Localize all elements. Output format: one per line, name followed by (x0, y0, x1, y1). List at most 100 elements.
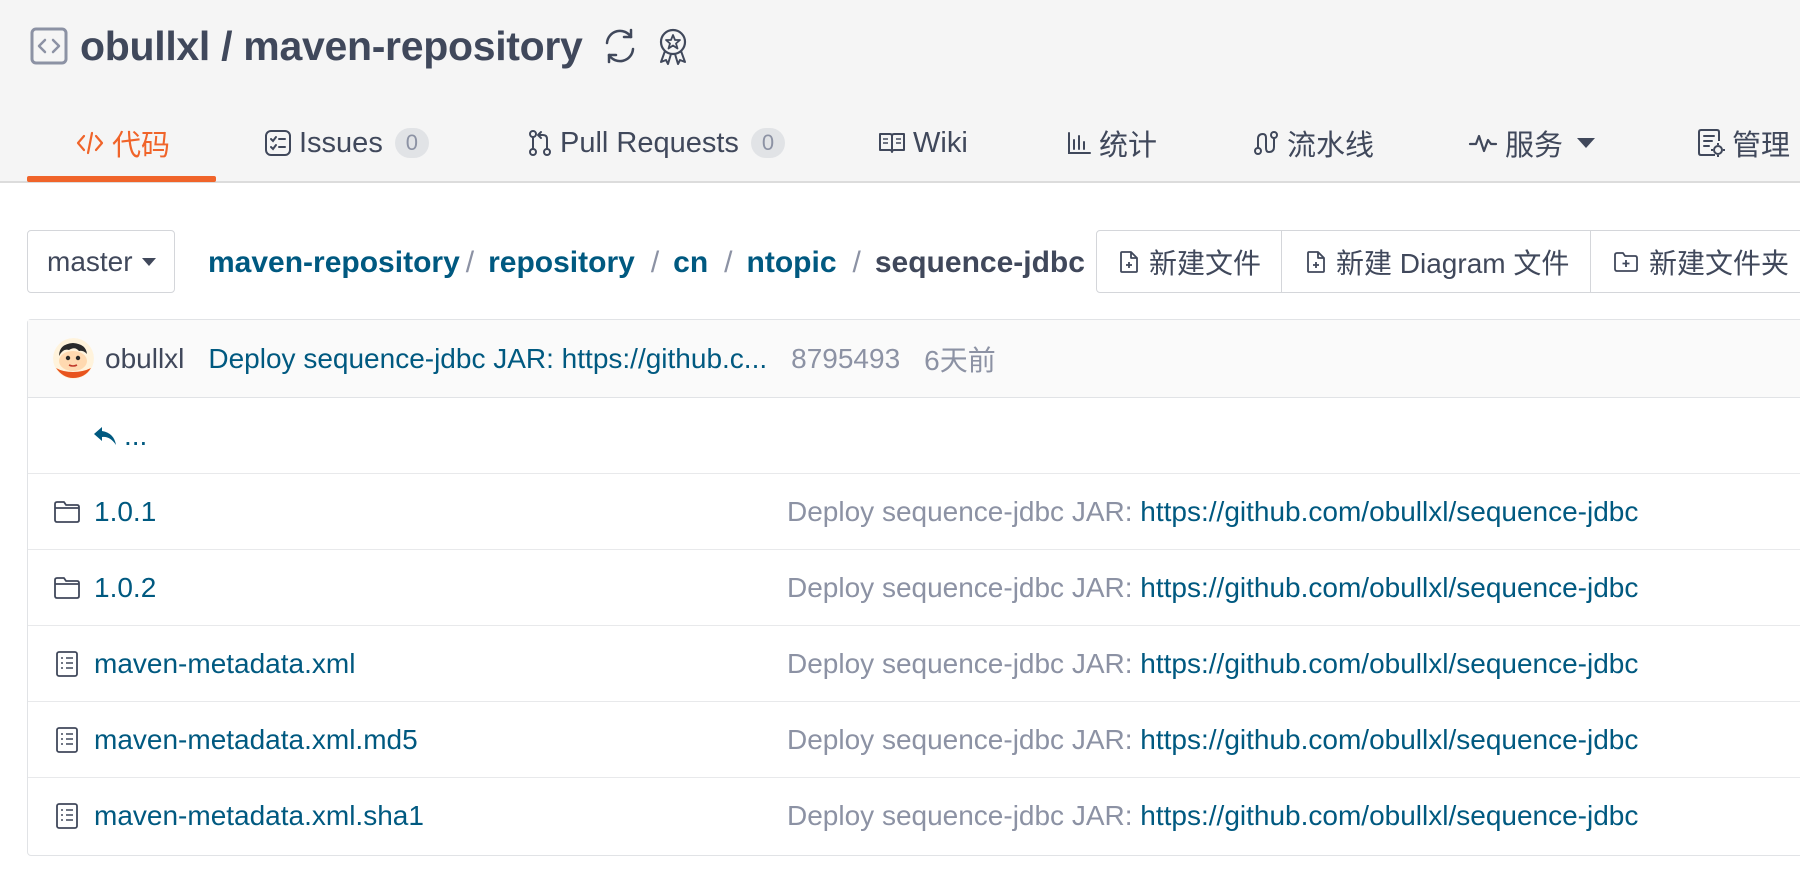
file-name-link[interactable]: maven-metadata.xml.sha1 (94, 778, 424, 854)
tab-issues[interactable]: Issues 0 (264, 107, 429, 179)
breadcrumb-separator: / (852, 246, 861, 279)
file-text-icon (56, 651, 78, 677)
reply-arrow-icon (94, 427, 116, 445)
breadcrumb-ntopic[interactable]: ntopic (747, 246, 837, 280)
file-commit-message: Deploy sequence-jdbc JAR: https://github… (787, 778, 1638, 854)
commit-message-prefix: Deploy sequence-jdbc JAR: (787, 496, 1141, 527)
tab-statistics[interactable]: 统计 (1066, 107, 1157, 179)
parent-directory-link[interactable]: ... (92, 398, 147, 474)
pull-request-icon (529, 130, 551, 156)
award-badge-icon[interactable] (653, 26, 693, 66)
commit-message-link[interactable]: https://github.com/obullxl/sequence-jdbc (1140, 572, 1638, 603)
activity-icon (1468, 134, 1498, 153)
tab-label: 管理 (1732, 130, 1791, 162)
repo-name[interactable]: maven-repository (243, 23, 583, 70)
file-commit-message: Deploy sequence-jdbc JAR: https://github… (787, 550, 1638, 626)
book-icon (879, 133, 905, 153)
commit-message-prefix: Deploy sequence-jdbc JAR: (787, 800, 1141, 831)
folder-icon (54, 501, 80, 523)
parent-directory-label: ... (124, 420, 148, 451)
branch-selector[interactable]: master (27, 230, 175, 293)
commit-message-link[interactable]: https://github.com/obullxl/sequence-jdbc (1140, 800, 1638, 831)
pipeline-icon (1254, 131, 1278, 155)
new-folder-button[interactable]: 新建文件夹 (1591, 231, 1800, 292)
tab-wiki[interactable]: Wiki (878, 107, 968, 179)
tab-label: Issues (299, 126, 383, 159)
file-commit-message: Deploy sequence-jdbc JAR: https://github… (787, 474, 1638, 550)
repo-header: obullxl / maven-repository 代码 Issues 0 P… (0, 0, 1800, 183)
breadcrumb-cn[interactable]: cn (673, 246, 708, 280)
commit-message-prefix: Deploy sequence-jdbc JAR: (787, 572, 1141, 603)
tab-label: 服务 (1505, 130, 1564, 162)
table-row: 1.0.2 Deploy sequence-jdbc JAR: https://… (28, 550, 1800, 626)
tab-label: 流水线 (1287, 130, 1375, 162)
file-name-link[interactable]: 1.0.2 (94, 550, 156, 626)
latest-commit-bar: obullxl Deploy sequence-jdbc JAR: https:… (28, 320, 1800, 398)
tab-services[interactable]: 服务 (1468, 107, 1596, 179)
repo-owner[interactable]: obullxl (80, 23, 210, 70)
new-folder-label: 新建文件夹 (1649, 247, 1790, 279)
new-folder-icon (1614, 251, 1638, 272)
new-file-icon (1120, 250, 1138, 273)
breadcrumb-separator: / (650, 246, 660, 279)
new-diagram-file-button[interactable]: 新建 Diagram 文件 (1282, 231, 1591, 292)
commit-sha[interactable]: 8795493 (791, 343, 900, 375)
breadcrumb-root[interactable]: maven-repository (208, 246, 460, 280)
file-name-link[interactable]: maven-metadata.xml.md5 (94, 702, 418, 778)
parent-directory-row: ... (28, 398, 1800, 474)
settings-doc-icon (1698, 129, 1725, 157)
tab-label: Pull Requests (560, 126, 739, 159)
breadcrumb: maven-repository / repository / cn / nto… (208, 241, 1085, 285)
commit-message-prefix: Deploy sequence-jdbc JAR: (787, 648, 1141, 679)
chevron-down-icon (141, 257, 156, 266)
avatar[interactable] (53, 338, 94, 379)
breadcrumb-separator: / (465, 246, 475, 279)
commit-author[interactable]: obullxl (105, 343, 184, 375)
file-actions-group: 新建文件 新建 Diagram 文件 新建文件夹 (1096, 230, 1800, 293)
commit-message-prefix: Deploy sequence-jdbc JAR: (787, 724, 1141, 755)
tab-pipeline[interactable]: 流水线 (1252, 107, 1374, 179)
active-tab-indicator (27, 176, 216, 182)
new-file-icon (1307, 250, 1325, 273)
table-row: maven-metadata.xml.sha1 Deploy sequence-… (28, 778, 1800, 854)
new-diagram-label: 新建 Diagram 文件 (1336, 247, 1570, 279)
breadcrumb-repository[interactable]: repository (488, 246, 635, 280)
commit-message-link[interactable]: https://github.com/obullxl/sequence-jdbc (1140, 724, 1638, 755)
tab-manage[interactable]: 管理 (1697, 107, 1790, 179)
sync-icon[interactable] (599, 25, 641, 67)
commit-time: 6天前 (924, 344, 996, 376)
table-row: 1.0.1 Deploy sequence-jdbc JAR: https://… (28, 474, 1800, 550)
repo-title-separator: / (210, 22, 244, 69)
file-list: obullxl Deploy sequence-jdbc JAR: https:… (27, 319, 1800, 856)
table-row: maven-metadata.xml Deploy sequence-jdbc … (28, 626, 1800, 702)
commit-message-link[interactable]: https://github.com/obullxl/sequence-jdbc (1140, 648, 1638, 679)
tab-label: 统计 (1099, 130, 1158, 162)
commit-message[interactable]: Deploy sequence-jdbc JAR: https://github… (208, 343, 767, 375)
file-text-icon (56, 727, 78, 753)
chevron-down-icon (1577, 138, 1596, 148)
new-file-label: 新建文件 (1149, 247, 1262, 279)
tab-pull-requests[interactable]: Pull Requests 0 (527, 107, 785, 179)
tab-code[interactable]: 代码 (75, 107, 170, 179)
issues-icon (265, 130, 291, 156)
branch-name: master (47, 245, 133, 277)
file-name-link[interactable]: maven-metadata.xml (94, 626, 355, 702)
folder-icon (54, 577, 80, 599)
file-text-icon (56, 803, 78, 829)
repo-title: obullxl / maven-repository (30, 22, 693, 70)
breadcrumb-separator: / (724, 246, 733, 279)
new-file-button[interactable]: 新建文件 (1097, 231, 1282, 292)
file-name-link[interactable]: 1.0.1 (94, 474, 156, 550)
breadcrumb-current: sequence-jdbc (874, 246, 1085, 279)
issues-count-badge: 0 (394, 128, 429, 158)
bar-chart-icon (1068, 132, 1091, 154)
code-icon (76, 131, 104, 155)
commit-message-link[interactable]: https://github.com/obullxl/sequence-jdbc (1140, 496, 1638, 527)
table-row: maven-metadata.xml.md5 Deploy sequence-j… (28, 702, 1800, 778)
pr-count-badge: 0 (750, 128, 785, 158)
tab-label: 代码 (112, 130, 171, 162)
file-commit-message: Deploy sequence-jdbc JAR: https://github… (787, 702, 1638, 778)
code-repo-icon (30, 27, 68, 65)
tab-label: Wiki (913, 126, 968, 159)
file-commit-message: Deploy sequence-jdbc JAR: https://github… (787, 626, 1638, 702)
